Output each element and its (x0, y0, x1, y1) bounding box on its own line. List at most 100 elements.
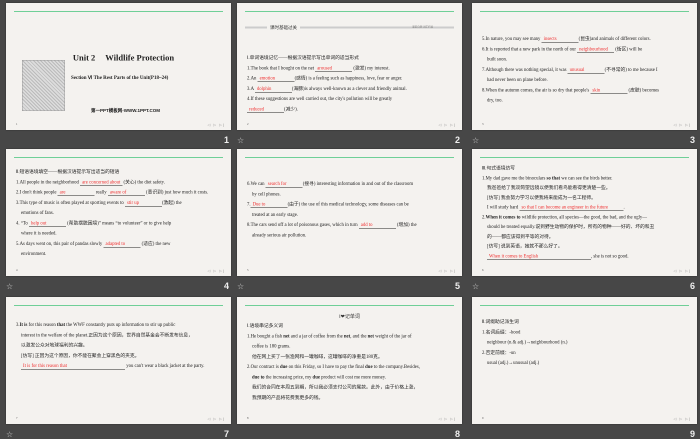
accent-line (480, 305, 689, 306)
slide-2[interactable]: 课时基础过关 课前自测 词汇扩展 Ⅰ.单词语境记忆——根据汉语提示写出单词的适当形式… (237, 3, 462, 130)
answer-blank: dolphin (254, 86, 292, 93)
text-segment: environment. (21, 251, 47, 257)
text-segment: , she is not so good. (591, 253, 629, 259)
text-line: usual (adj.)→unusual (adj.) (482, 358, 687, 368)
text-line: 8.The cars send off a lot of poisonous g… (247, 220, 452, 230)
text-line: 7.Although there was nothing special, it… (482, 65, 687, 75)
text-segment: where it is needed. (21, 231, 57, 236)
text-segment: 1.My dad gave me the binoculars (482, 175, 547, 181)
text-line: I will study hard so that I can become a… (482, 203, 687, 213)
slide-thumbnail-9[interactable]: Ⅱ.词缀助记派生词 1.名词后缀：-hood neighbour (n.& adj.… (472, 297, 697, 439)
transition-star-icon[interactable]: ☆ (472, 282, 479, 291)
text-line: 6.We can search for (搜寻) interesting info… (247, 179, 452, 189)
slide-6[interactable]: Ⅲ.句式语境仿写 1.My dad gave me the binoculars … (472, 149, 697, 276)
text-line: had never been on plane before. (482, 75, 687, 85)
text-segment: the increasing price, my (264, 374, 313, 380)
slide-thumbnail-4[interactable]: Ⅱ.短语语境填空——根据汉语提示写出适当的短语 1.All people in t… (6, 149, 231, 291)
text-segment: (帮助摆脱困境)” means “to volunteer” or to giv… (65, 220, 172, 226)
text-line: 我爸爸给了我双筒望远镜以便我们看鸟能看得更清楚一些。 (482, 184, 687, 194)
slide-thumbnail-2[interactable]: 课时基础过关 课前自测 词汇扩展 Ⅰ.单词语境记忆——根据汉语提示写出单词的适当形式… (237, 3, 462, 145)
slide-number: 2 (454, 135, 460, 145)
text-segment: 6.We can (247, 181, 266, 187)
nav-arrows-icon: ◁ ▷ ▷| (207, 123, 225, 127)
slide-body: 5.In nature, you may see many insects (昆虫… (482, 34, 687, 106)
text-segment: wildlife protection, all species—the goo… (520, 214, 648, 220)
slide-1[interactable]: Unit 2 Wildlife Protection Section Ⅵ The … (6, 3, 231, 130)
text-line: [仿写] 正因为这个原因，你不能在聚会上穿黑色的夹克。 (16, 351, 221, 361)
text-segment: (街区) will be (614, 46, 643, 52)
slide-7[interactable]: 3.It is for this reason that the WWF con… (6, 297, 231, 424)
slide-thumbnail-5[interactable]: 6.We can search for (搜寻) interesting info… (237, 149, 462, 291)
text-line: When it comes to English, she is not so … (482, 252, 687, 262)
answer-blank: neighbourhood (577, 46, 615, 53)
text-line: 2.I don't think people are really aware … (16, 188, 221, 198)
header-right-text: 课前自测 词汇扩展 (412, 25, 433, 29)
text-segment: (海豚)is always well-known as a clever and… (291, 86, 407, 92)
text-segment: (增加) the (395, 222, 417, 228)
text-segment: (感情) is a feeling such as happiness, lov… (294, 76, 403, 81)
slide-body: 3.It is for this reason that the WWF con… (16, 320, 221, 371)
accent-line (480, 11, 689, 12)
slide-5[interactable]: 6.We can search for (搜寻) interesting info… (237, 149, 462, 276)
text-line: 7. Due to (由于) the use of this medical tec… (247, 200, 452, 210)
bold-keyword: It is (19, 322, 28, 328)
slide-thumbnail-7[interactable]: 3.It is for this reason that the WWF con… (6, 297, 231, 439)
transition-star-icon[interactable]: ☆ (6, 282, 13, 291)
slide-9[interactable]: Ⅱ.词缀助记派生词 1.名词后缀：-hood neighbour (n.& adj.… (472, 297, 697, 424)
text-line: Ⅲ.句式语境仿写 (482, 164, 687, 174)
slide-8[interactable]: Ⅰ❤记单词 Ⅰ.语境串记多义词 1.He bought a fish net and… (237, 297, 462, 424)
text-segment: 1.名词后缀：-hood (482, 329, 521, 335)
text-line: [仿写] 我会努力学习以便我将来能成为一名工程师。 (482, 193, 687, 203)
text-segment: Ⅲ.句式语境仿写 (482, 166, 515, 171)
text-line: [仿写] 说到英语，她就不那么好了。 (482, 242, 687, 252)
text-line: where it is needed. (16, 229, 221, 239)
transition-star-icon[interactable]: ☆ (472, 136, 479, 145)
text-segment: 2.否定前缀：-un (482, 350, 516, 356)
slide-body: Ⅱ.词缀助记派生词 1.名词后缀：-hood neighbour (n.& adj.… (482, 317, 687, 368)
text-line: 以激发公众对地球福利的兴趣。 (16, 341, 221, 351)
accent-line (480, 157, 689, 158)
text-segment: 我预期的产品将花费我更多的钱。 (252, 395, 324, 401)
accent-line (14, 305, 223, 306)
answer-blank: are (57, 190, 95, 196)
text-segment: (不寻常的) to me because I (604, 67, 658, 73)
accent-line (245, 11, 454, 12)
slide-thumbnail-6[interactable]: Ⅲ.句式语境仿写 1.My dad gave me the binoculars … (472, 149, 697, 291)
text-segment: (减少). (284, 106, 298, 112)
text-segment: . (623, 205, 625, 210)
accent-line (14, 11, 223, 12)
text-segment: Ⅱ.词缀助记派生词 (482, 319, 519, 325)
slide-thumbnail-8[interactable]: Ⅰ❤记单词 Ⅰ.语境串记多义词 1.He bought a fish net and… (237, 297, 462, 439)
text-line: 3.A dolphin (海豚)is always well-known as a… (247, 84, 452, 94)
nav-arrows-icon: ◁ ▷ ▷| (438, 123, 456, 127)
text-line: interest in the welfare of the planet.正因… (16, 330, 221, 340)
slide-3[interactable]: 5.In nature, you may see many insects (昆虫… (472, 3, 697, 130)
slide-body: Ⅰ.单词语境记忆——根据汉语提示写出单词的适当形式 1.The book that… (247, 53, 452, 115)
slide-thumbnail-1[interactable]: Unit 2 Wildlife Protection Section Ⅵ The … (6, 3, 231, 145)
accent-line (245, 157, 454, 158)
text-line: 2.An emotion (感情) is a feeling such as ha… (247, 74, 452, 84)
text-segment: 他在网上买了一张渔网和一罐咖啡，这罐咖啡的净重是180克。 (252, 354, 383, 360)
answer-blank: search for (265, 181, 303, 188)
text-line: by cell phones. (247, 189, 452, 199)
answer-blank: adapted to (103, 241, 141, 248)
slide-4[interactable]: Ⅱ.短语语境填空——根据汉语提示写出适当的短语 1.All people in t… (6, 149, 231, 276)
text-segment: by cell phones. (252, 191, 281, 197)
text-segment: for this reason (27, 322, 57, 328)
text-line: dry, too. (482, 96, 687, 106)
text-line: It is for this reason that you can't wea… (16, 361, 221, 371)
slide-number: 4 (223, 281, 229, 291)
slide-thumbnail-3[interactable]: 5.In nature, you may see many insects (昆虫… (472, 3, 697, 145)
slide-page-number: 8 (247, 417, 249, 420)
section-subtitle: Section Ⅵ The Rest Parts of the Unit(P18… (71, 75, 169, 81)
text-segment: [仿写] 我会努力学习以便我将来能成为一名工程师。 (487, 195, 596, 201)
transition-star-icon[interactable]: ☆ (237, 136, 244, 145)
slide-page-number: 2 (247, 123, 249, 126)
transition-star-icon[interactable]: ☆ (237, 282, 244, 291)
text-segment: 2.An (247, 76, 258, 81)
text-segment: usual (adj.)→unusual (adj.) (487, 360, 540, 366)
text-segment: Ⅰ.单词语境记忆——根据汉语提示写出单词的适当形式 (247, 55, 359, 61)
slide-body: 6.We can search for (搜寻) interesting info… (247, 179, 452, 241)
bold-keyword: When it comes to (485, 214, 521, 220)
text-line: 2.When it comes to wildlife protection, … (482, 213, 687, 223)
